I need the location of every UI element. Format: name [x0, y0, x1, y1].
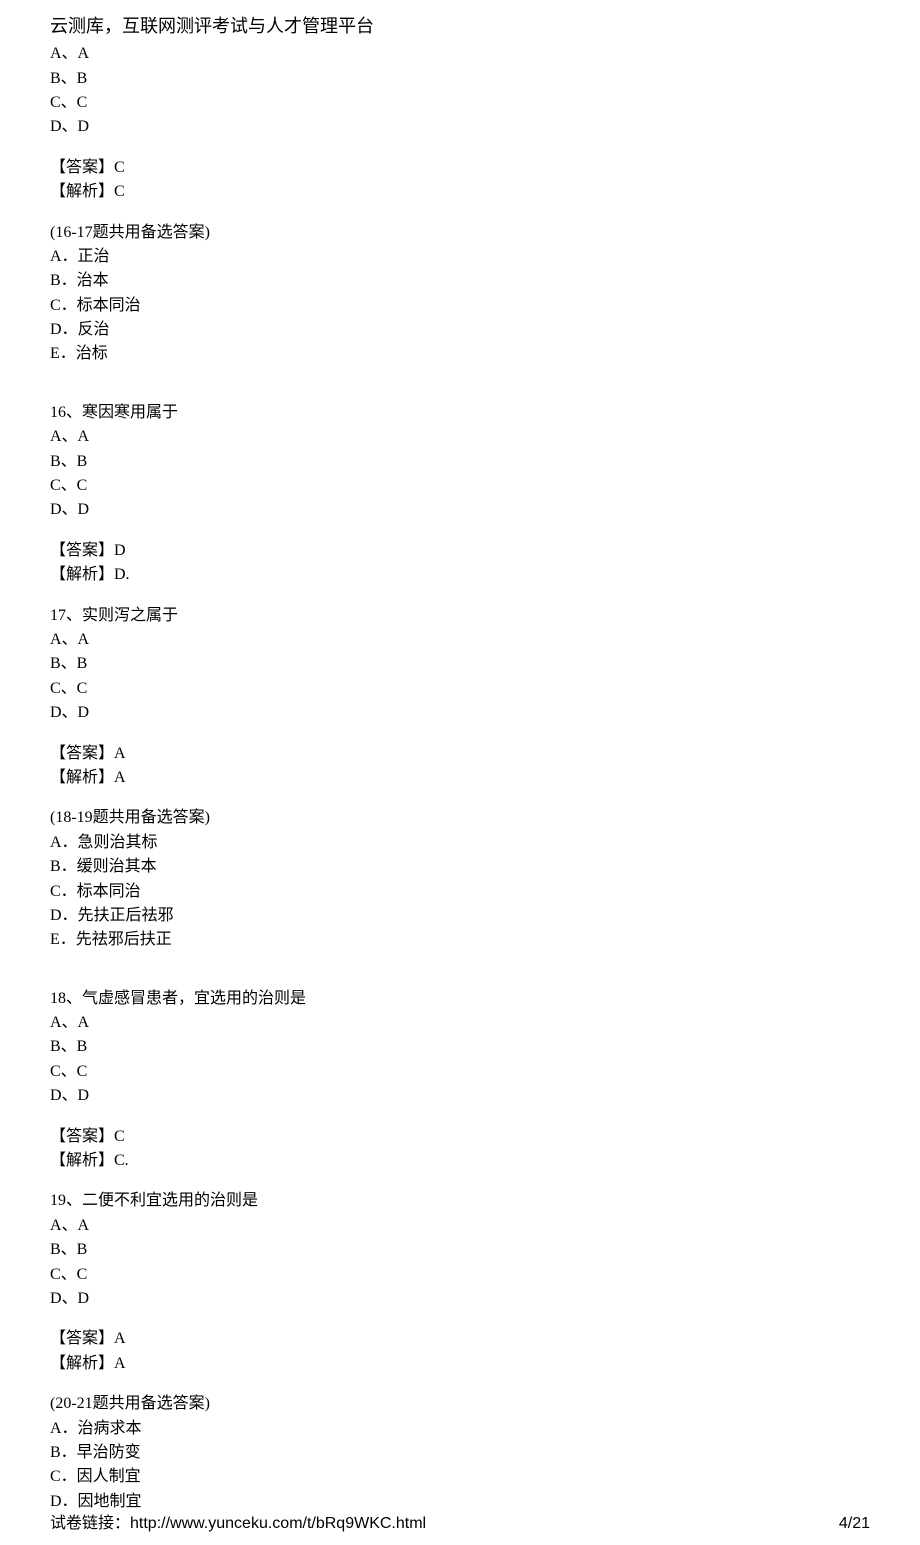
answer-line: 【答案】A	[50, 743, 870, 765]
option-d: D、D	[50, 116, 870, 138]
shared-option-b: B．早治防变	[50, 1442, 870, 1464]
shared-option-a: A．治病求本	[50, 1418, 870, 1440]
page-root: 云测库，互联网测评考试与人才管理平台 A、A B、B C、C D、D 【答案】C…	[0, 0, 920, 1545]
question-19: 19、二便不利宜选用的治则是 A、A B、B C、C D、D	[50, 1190, 870, 1310]
option-b: B、B	[50, 653, 870, 675]
question-17-answer: 【答案】A 【解析】A	[50, 743, 870, 790]
shared-header: (20-21题共用备选答案)	[50, 1393, 870, 1415]
option-b: B、B	[50, 68, 870, 90]
option-a: A、A	[50, 629, 870, 651]
shared-option-b: B．缓则治其本	[50, 856, 870, 878]
question-18: 18、气虚感冒患者，宜选用的治则是 A、A B、B C、C D、D	[50, 988, 870, 1108]
shared-option-e: E．治标	[50, 343, 870, 365]
answer-line: 【答案】D	[50, 540, 870, 562]
shared-option-d: D．反治	[50, 319, 870, 341]
question-16-answer: 【答案】D 【解析】D.	[50, 540, 870, 587]
option-c: C、C	[50, 678, 870, 700]
option-c: C、C	[50, 1264, 870, 1286]
option-b: B、B	[50, 1239, 870, 1261]
explanation-line: 【解析】C.	[50, 1150, 870, 1172]
answer-line: 【答案】A	[50, 1328, 870, 1350]
option-b: B、B	[50, 1036, 870, 1058]
shared-option-c: C．因人制宜	[50, 1466, 870, 1488]
option-a: A、A	[50, 426, 870, 448]
option-c: C、C	[50, 92, 870, 114]
shared-option-a: A．急则治其标	[50, 832, 870, 854]
question-stem: 19、二便不利宜选用的治则是	[50, 1190, 870, 1212]
shared-option-d: D．因地制宜	[50, 1491, 870, 1513]
option-c: C、C	[50, 1061, 870, 1083]
option-d: D、D	[50, 1085, 870, 1107]
shared-option-c: C．标本同治	[50, 295, 870, 317]
option-d: D、D	[50, 702, 870, 724]
answer-line: 【答案】C	[50, 1126, 870, 1148]
option-a: A、A	[50, 1012, 870, 1034]
question-17: 17、实则泻之属于 A、A B、B C、C D、D	[50, 605, 870, 725]
shared-option-c: C．标本同治	[50, 881, 870, 903]
shared-options-20-21: (20-21题共用备选答案) A．治病求本 B．早治防变 C．因人制宜 D．因地…	[50, 1393, 870, 1513]
shared-header: (18-19题共用备选答案)	[50, 807, 870, 829]
shared-option-d: D．先扶正后祛邪	[50, 905, 870, 927]
question-19-answer: 【答案】A 【解析】A	[50, 1328, 870, 1375]
question-stem: 18、气虚感冒患者，宜选用的治则是	[50, 988, 870, 1010]
source-link-label: 试卷链接：http://www.yunceku.com/t/bRq9WKC.ht…	[50, 1513, 426, 1535]
question-16: 16、寒因寒用属于 A、A B、B C、C D、D	[50, 402, 870, 522]
option-d: D、D	[50, 499, 870, 521]
answer-line: 【答案】C	[50, 157, 870, 179]
shared-options-16-17: (16-17题共用备选答案) A．正治 B．治本 C．标本同治 D．反治 E．治…	[50, 222, 870, 366]
explanation-line: 【解析】A	[50, 767, 870, 789]
question-stem: 17、实则泻之属于	[50, 605, 870, 627]
page-footer: 试卷链接：http://www.yunceku.com/t/bRq9WKC.ht…	[50, 1513, 870, 1535]
question-stem: 16、寒因寒用属于	[50, 402, 870, 424]
option-a: A、A	[50, 1215, 870, 1237]
option-c: C、C	[50, 475, 870, 497]
shared-header: (16-17题共用备选答案)	[50, 222, 870, 244]
orphan-options: A、A B、B C、C D、D	[50, 43, 870, 139]
explanation-line: 【解析】C	[50, 181, 870, 203]
option-b: B、B	[50, 451, 870, 473]
explanation-line: 【解析】D.	[50, 564, 870, 586]
option-d: D、D	[50, 1288, 870, 1310]
shared-options-18-19: (18-19题共用备选答案) A．急则治其标 B．缓则治其本 C．标本同治 D．…	[50, 807, 870, 951]
shared-option-e: E．先祛邪后扶正	[50, 929, 870, 951]
page-number: 4/21	[839, 1513, 870, 1535]
option-a: A、A	[50, 43, 870, 65]
shared-option-a: A．正治	[50, 246, 870, 268]
page-title: 云测库，互联网测评考试与人才管理平台	[50, 14, 870, 39]
shared-option-b: B．治本	[50, 270, 870, 292]
explanation-line: 【解析】A	[50, 1353, 870, 1375]
question-18-answer: 【答案】C 【解析】C.	[50, 1126, 870, 1173]
orphan-answer-block: 【答案】C 【解析】C	[50, 157, 870, 204]
